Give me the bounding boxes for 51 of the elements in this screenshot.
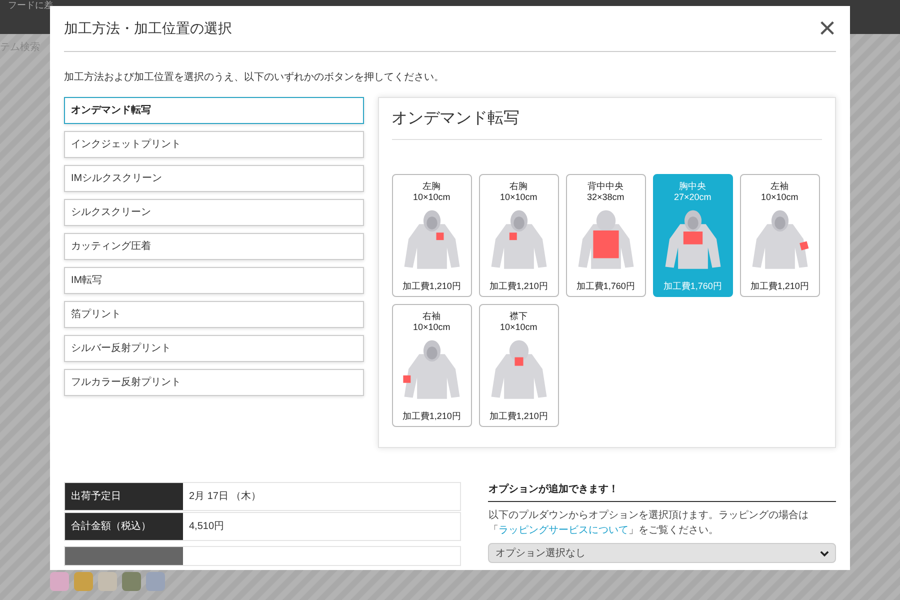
print-size: 10×10cm xyxy=(500,192,538,203)
position-name: 左袖 xyxy=(770,181,789,192)
method-option[interactable]: オンデマンド転写 xyxy=(64,97,364,124)
position-name: 右袖 xyxy=(422,311,441,322)
summary-label: 出荷予定日 xyxy=(65,483,183,510)
option-select[interactable]: オプション選択なし xyxy=(488,543,836,563)
method-option[interactable]: IM転写 xyxy=(64,267,364,294)
summary-value: 4,510円 xyxy=(188,520,226,534)
print-size: 10×10cm xyxy=(760,192,798,203)
position-card[interactable]: 右胸 10×10cm 加工費1,210円 xyxy=(478,174,559,297)
price-text: 加工費1,760円 xyxy=(663,281,722,292)
print-size: 10×10cm xyxy=(500,322,538,333)
chevron-down-icon xyxy=(820,548,829,558)
instruction-text: 加工方法および加工位置を選択のうえ、以下のいずれかのボタンを押してください。 xyxy=(64,70,445,85)
position-card[interactable]: 背中中央 32×38cm 加工費1,760円 xyxy=(566,174,646,297)
method-option[interactable]: IMシルクスクリーン xyxy=(64,165,364,192)
print-size: 10×10cm xyxy=(412,192,450,203)
position-card[interactable]: 左胸 10×10cm 加工費1,210円 xyxy=(392,174,472,297)
price-text: 加工費1,210円 xyxy=(402,281,461,292)
price-text: 加工費1,210円 xyxy=(402,411,461,422)
options-heading: オプションが追加できます！ xyxy=(488,482,836,502)
position-name: 襟下 xyxy=(510,311,528,322)
color-swatch[interactable] xyxy=(122,572,141,591)
price-text: 加工費1,210円 xyxy=(750,281,809,292)
position-card[interactable]: 襟下 10×10cm 加工費1,210円 xyxy=(478,304,559,427)
position-name: 右胸 xyxy=(510,181,528,192)
print-size: 10×10cm xyxy=(412,322,450,333)
position-card[interactable]: 左袖 10×10cm 加工費1,210円 xyxy=(740,174,820,297)
price-text: 加工費1,210円 xyxy=(489,281,548,292)
position-name: 左胸 xyxy=(422,181,441,192)
color-swatch[interactable] xyxy=(74,572,93,591)
options-text: 以下のプルダウンからオプションを選択頂けます。ラッピングの場合は「ラッピングサービスについて」をご覧ください。 xyxy=(488,508,810,538)
price-text: 加工費1,210円 xyxy=(489,411,548,422)
method-option[interactable]: 箔プリント xyxy=(64,301,364,328)
price-text: 加工費1,760円 xyxy=(576,281,635,292)
method-option[interactable]: シルクスクリーン xyxy=(64,199,364,226)
color-swatch[interactable] xyxy=(50,572,69,591)
method-option[interactable]: カッティング圧着 xyxy=(64,233,364,260)
print-size: 32×38cm xyxy=(586,192,624,203)
method-option[interactable]: シルバー反射プリント xyxy=(64,335,364,362)
method-option[interactable]: フルカラー反射プリント xyxy=(64,369,364,396)
method-option[interactable]: インクジェットプリント xyxy=(64,131,364,158)
color-swatch[interactable] xyxy=(146,572,165,591)
summary-label: 合計金額（税込） xyxy=(65,513,183,540)
position-name: 胸中央 xyxy=(679,181,706,192)
color-swatch[interactable] xyxy=(98,572,117,591)
print-size: 27×20cm xyxy=(674,192,712,203)
panel-title: オンデマンド転写 xyxy=(392,98,822,140)
summary-value: 2月 17日 （木） xyxy=(188,490,262,504)
position-name: 背中中央 xyxy=(588,181,624,192)
position-card[interactable]: 右袖 10×10cm 加工費1,210円 xyxy=(392,304,472,427)
